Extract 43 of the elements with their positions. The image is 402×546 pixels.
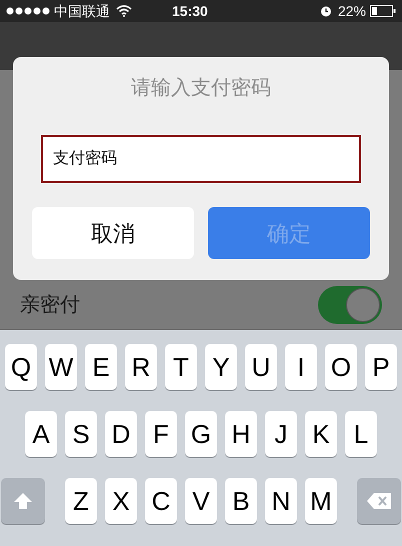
carrier-name: 中国联通 xyxy=(54,2,110,20)
toggle-switch[interactable] xyxy=(318,286,382,324)
keyboard-key[interactable]: F xyxy=(145,411,177,457)
keyboard-key[interactable]: R xyxy=(125,344,157,390)
dialog-title: 请输入支付密码 xyxy=(131,76,271,101)
keyboard-key[interactable]: K xyxy=(305,411,337,457)
delete-key[interactable] xyxy=(357,478,401,524)
keyboard-key[interactable]: N xyxy=(265,478,297,524)
keyboard-key[interactable]: I xyxy=(285,344,317,390)
keyboard-key[interactable]: A xyxy=(25,411,57,457)
keyboard-key[interactable]: V xyxy=(185,478,217,524)
alarm-icon xyxy=(320,5,332,17)
keyboard-key[interactable]: Y xyxy=(205,344,237,390)
backspace-icon xyxy=(367,493,391,509)
keyboard-key[interactable]: L xyxy=(345,411,377,457)
keyboard-key[interactable]: S xyxy=(65,411,97,457)
keyboard-key[interactable]: O xyxy=(325,344,357,390)
keyboard-key[interactable]: G xyxy=(185,411,217,457)
toggle-knob xyxy=(346,288,380,322)
battery-percent: 22% xyxy=(338,2,366,20)
keyboard-key[interactable]: B xyxy=(225,478,257,524)
keyboard-key[interactable]: Z xyxy=(65,478,97,524)
password-field[interactable]: 支付密码 xyxy=(41,135,361,183)
keyboard-key[interactable]: E xyxy=(85,344,117,390)
keyboard-key[interactable]: M xyxy=(305,478,337,524)
keyboard-key[interactable]: C xyxy=(145,478,177,524)
keyboard-key[interactable]: J xyxy=(265,411,297,457)
keyboard-key[interactable]: D xyxy=(105,411,137,457)
keyboard-key[interactable]: X xyxy=(105,478,137,524)
keyboard-key[interactable]: P xyxy=(365,344,397,390)
setting-label: 亲密付 xyxy=(20,292,80,318)
keyboard-key[interactable]: W xyxy=(45,344,77,390)
signal-icon xyxy=(6,7,50,15)
wifi-icon xyxy=(116,5,132,17)
cancel-button[interactable]: 取消 xyxy=(32,207,194,259)
keyboard-key[interactable]: H xyxy=(225,411,257,457)
shift-key[interactable] xyxy=(1,478,45,524)
keyboard-key[interactable]: U xyxy=(245,344,277,390)
battery-icon xyxy=(370,5,396,17)
keyboard-key[interactable]: T xyxy=(165,344,197,390)
up-arrow-icon xyxy=(14,493,32,509)
clock-time: 15:30 xyxy=(172,2,208,20)
keyboard-key[interactable]: Q xyxy=(5,344,37,390)
